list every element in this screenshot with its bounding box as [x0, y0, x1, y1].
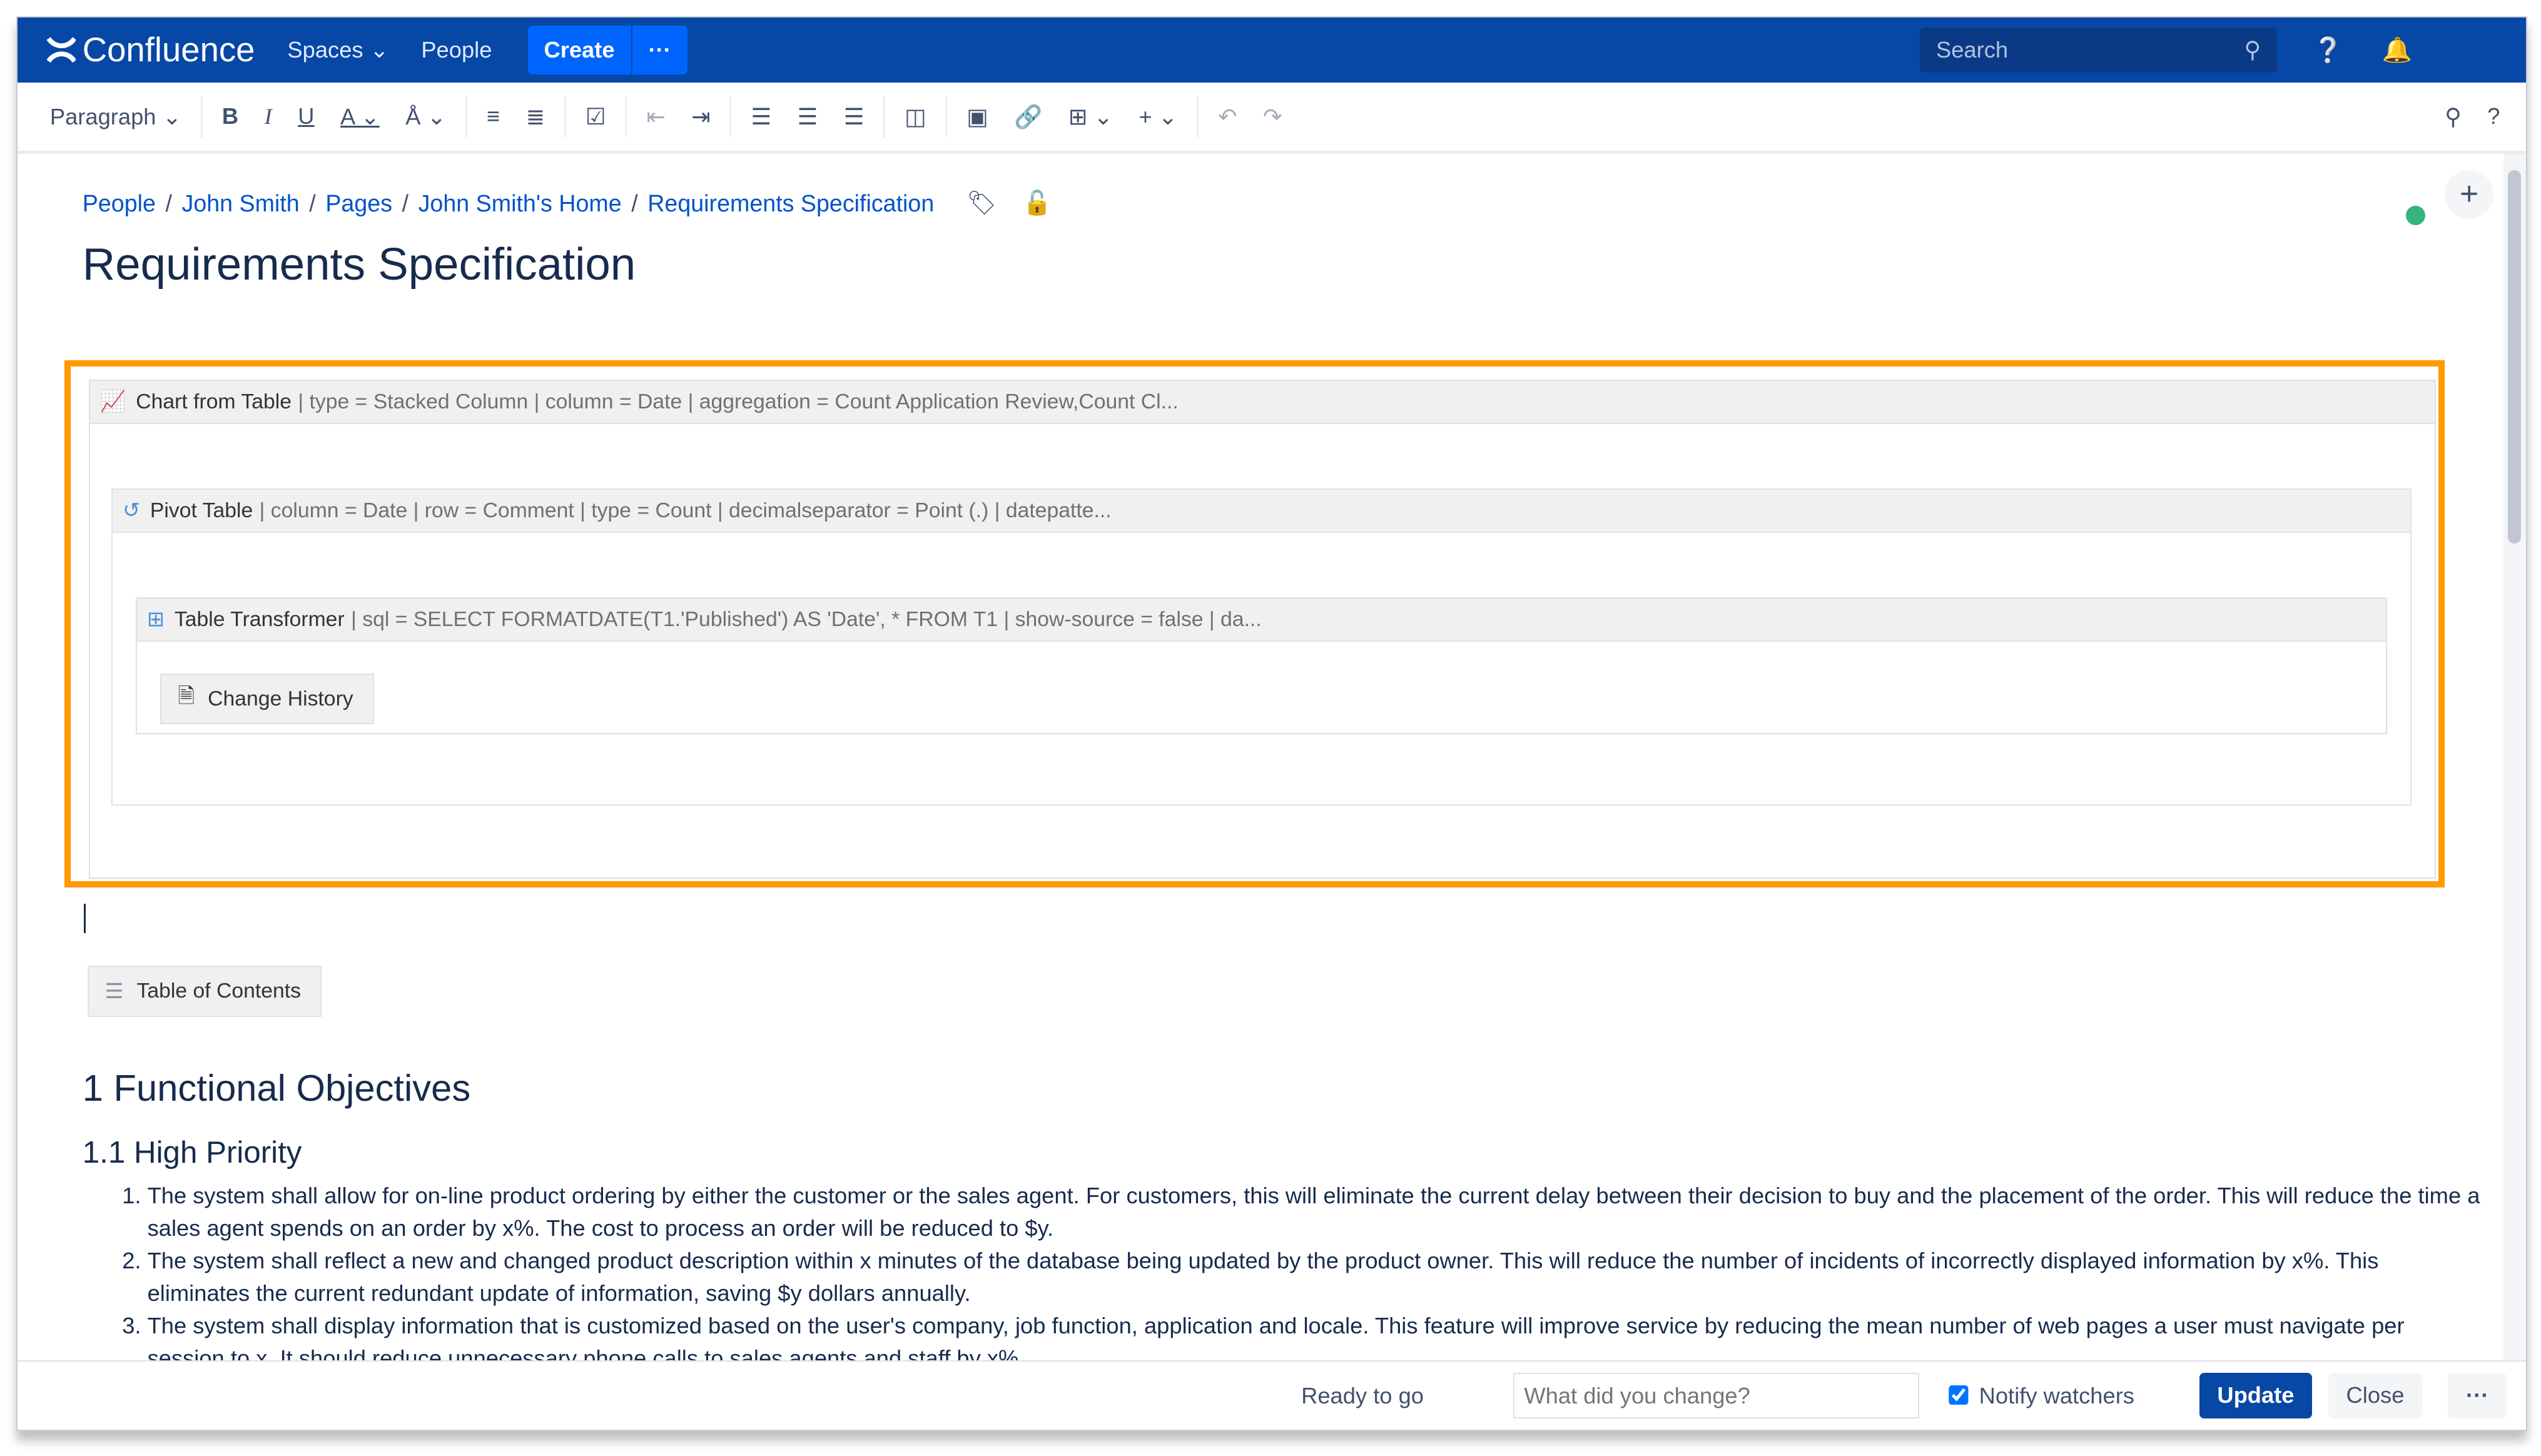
scrollbar-thumb[interactable] [2508, 169, 2522, 543]
create-button[interactable]: Create [528, 26, 631, 74]
nav-spaces[interactable]: Spaces ⌄ [287, 36, 388, 63]
chart-icon: 📈 [99, 389, 126, 413]
table-of-contents-macro[interactable]: ☰ Table of Contents [87, 965, 322, 1017]
italic-icon[interactable]: I [251, 103, 285, 129]
link-icon[interactable]: 🔗 [1001, 103, 1055, 130]
divider [465, 95, 467, 138]
create-more-button[interactable]: ··· [631, 25, 687, 74]
image-icon[interactable]: ▣ [954, 103, 1002, 130]
help-icon[interactable]: ? [2475, 103, 2513, 129]
editor-content[interactable]: People / John Smith / Pages / John Smith's … [18, 154, 2503, 1362]
notify-watchers-checkbox[interactable] [1948, 1385, 1970, 1407]
divider [201, 95, 203, 138]
table-transformer-macro[interactable]: ⊞ Table Transformer | sql = SELECT FORMATD… [136, 597, 2388, 734]
bold-icon[interactable]: B [209, 103, 251, 129]
label-icon[interactable]: 🏷 [966, 190, 997, 217]
redo-icon[interactable]: ↷ [1250, 103, 1295, 130]
task-list-icon[interactable]: ☑ [572, 103, 619, 130]
undo-icon[interactable]: ↶ [1205, 103, 1250, 130]
chevron-down-icon: ⌄ [369, 37, 389, 63]
divider [625, 95, 627, 138]
editor-footer: Ready to go Notify watchers Update Close… [17, 1360, 2526, 1430]
divider [729, 95, 732, 138]
save-status: Ready to go [1301, 1382, 1424, 1408]
underline-icon[interactable]: U [285, 103, 328, 129]
list-item: The system shall display information tha… [148, 1310, 2486, 1362]
document-icon: 🗎 [178, 684, 195, 708]
change-comment-input[interactable] [1513, 1373, 1919, 1418]
heading-high-priority[interactable]: 1.1 High Priority [83, 1135, 302, 1170]
search-input[interactable]: Search ⚲ [1920, 27, 2278, 73]
search-icon: ⚲ [2244, 37, 2261, 63]
text-cursor [84, 904, 86, 933]
align-right-icon[interactable]: ☰ [831, 103, 877, 130]
outdent-icon[interactable]: ⇤ [634, 103, 679, 130]
table-transformer-icon: ⊞ [146, 607, 165, 632]
change-history-macro[interactable]: 🗎 Change History [160, 673, 374, 725]
numbered-list-icon[interactable]: ≣ [513, 103, 558, 130]
editor-toolbar: Paragraph ⌄ B I U A ⌄ Å ⌄ ≡ ≣ ☑ ⇤ ⇥ ☰ ☰… [17, 83, 2526, 154]
nav-people[interactable]: People [421, 37, 492, 63]
confluence-logo[interactable]: Confluence [46, 30, 255, 69]
list-item: The system shall reflect a new and chang… [148, 1245, 2486, 1310]
notify-watchers-label: Notify watchers [1979, 1382, 2134, 1408]
heading-functional-objectives[interactable]: 1 Functional Objectives [83, 1066, 470, 1110]
breadcrumb-pages[interactable]: Pages [325, 190, 392, 217]
pivot-table-icon: ↺ [123, 498, 141, 523]
top-nav: Confluence Spaces ⌄ People Create ··· Sea… [17, 17, 2526, 83]
more-options-button[interactable]: ··· [2448, 1373, 2507, 1418]
divider [883, 95, 885, 138]
table-icon[interactable]: ⊞ ⌄ [1055, 103, 1125, 130]
indent-icon[interactable]: ⇥ [679, 103, 724, 130]
list-icon: ☰ [104, 979, 124, 1003]
find-icon[interactable]: ⚲ [2432, 103, 2474, 130]
divider [945, 95, 948, 138]
add-collaborator-icon[interactable]: + [2445, 169, 2494, 219]
close-button[interactable]: Close [2328, 1373, 2422, 1418]
divider [1197, 95, 1199, 138]
breadcrumb-current[interactable]: Requirements Specification [647, 190, 934, 217]
breadcrumb-john-smith[interactable]: John Smith [182, 190, 300, 217]
list-item: The system shall allow for on-line produ… [148, 1180, 2486, 1245]
align-left-icon[interactable]: ☰ [738, 103, 784, 130]
align-center-icon[interactable]: ☰ [784, 103, 831, 130]
breadcrumb-people[interactable]: People [83, 190, 156, 217]
insert-icon[interactable]: + ⌄ [1126, 103, 1190, 130]
collaborator-avatar[interactable] [2405, 206, 2426, 226]
update-button[interactable]: Update [2199, 1373, 2313, 1418]
help-icon[interactable]: ❔ [2313, 36, 2343, 64]
notifications-icon[interactable]: 🔔 [2382, 36, 2412, 64]
bullet-list-icon[interactable]: ≡ [474, 103, 513, 129]
text-color-icon[interactable]: A ⌄ [327, 103, 392, 130]
page-title[interactable]: Requirements Specification [83, 238, 636, 290]
breadcrumb: People / John Smith / Pages / John Smith's … [82, 190, 1052, 217]
breadcrumb-home[interactable]: John Smith's Home [418, 190, 622, 217]
paragraph-style-select[interactable]: Paragraph ⌄ [37, 103, 195, 130]
scrollbar[interactable] [2503, 153, 2526, 1362]
create-group: Create ··· [527, 25, 687, 74]
text-format-icon[interactable]: Å ⌄ [393, 103, 459, 130]
editor-window: Confluence Spaces ⌄ People Create ··· Sea… [16, 16, 2527, 1432]
divider [564, 95, 566, 138]
page-layout-icon[interactable]: ◫ [891, 103, 939, 130]
confluence-logo-icon [46, 37, 76, 63]
requirements-list[interactable]: The system shall allow for on-line produ… [83, 1180, 2485, 1362]
unlock-icon[interactable]: 🔓 [1022, 190, 1052, 217]
